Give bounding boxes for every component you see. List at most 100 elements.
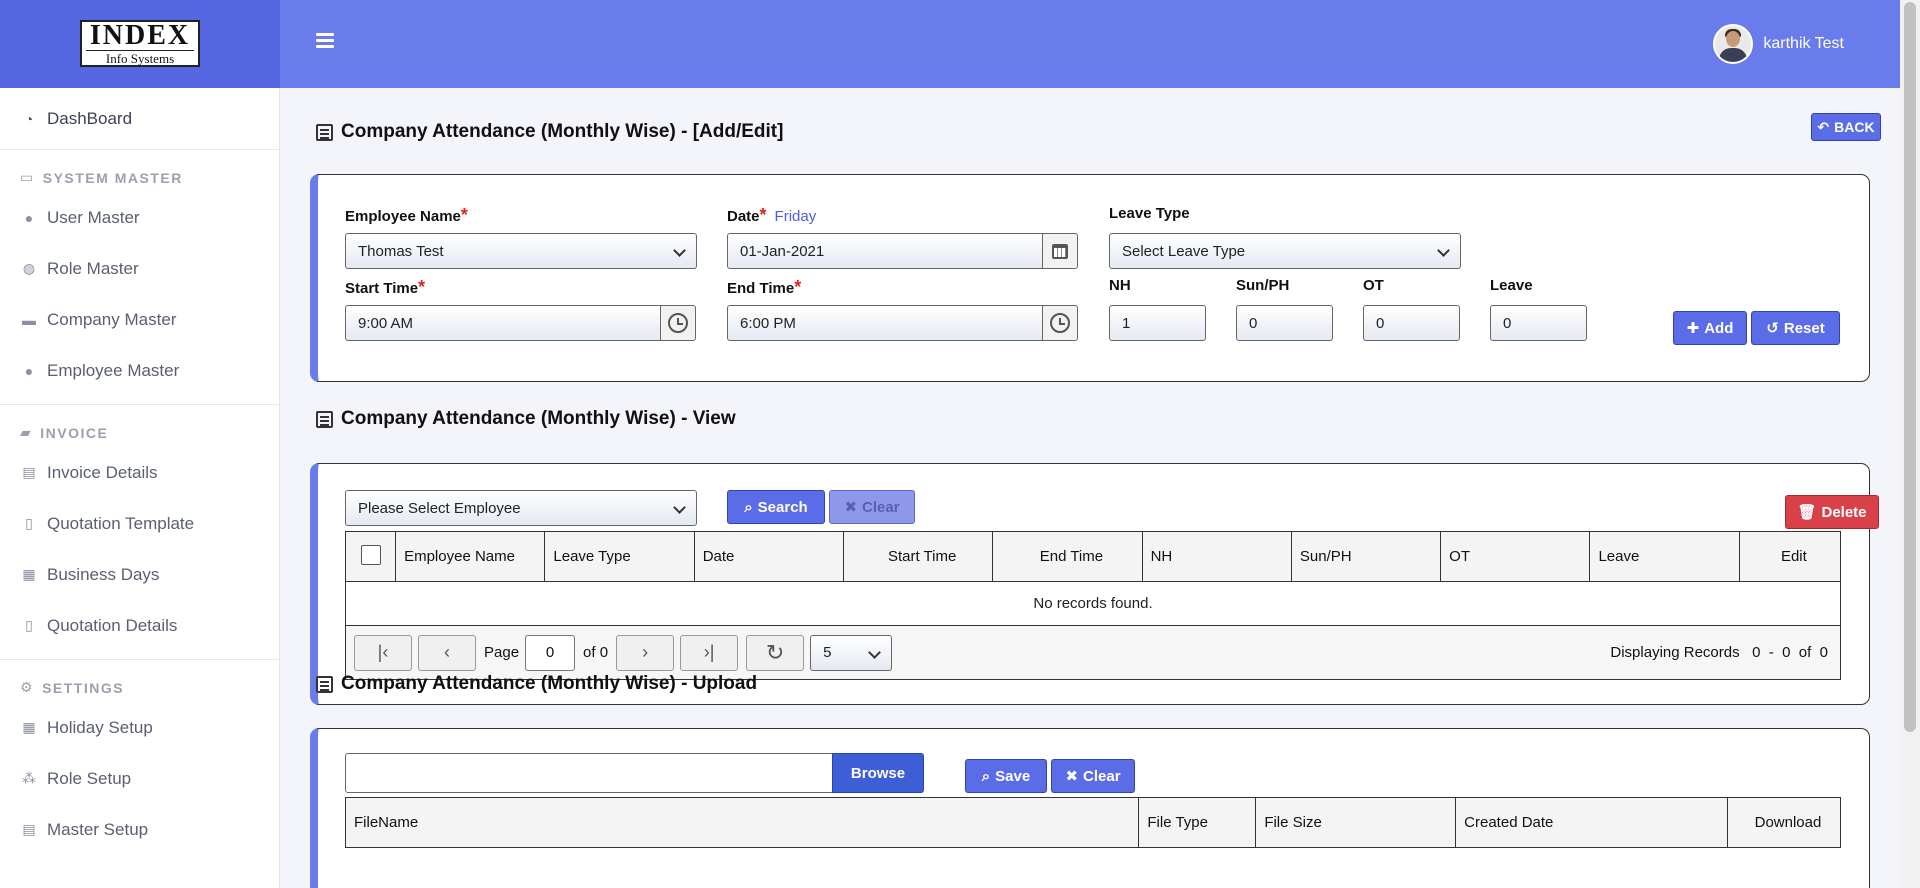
user-menu[interactable]: karthik Test [1713, 24, 1844, 64]
column-header[interactable]: Start Time [842, 531, 994, 582]
save-button-label: Save [995, 767, 1031, 785]
page-title-text: Company Attendance (Monthly Wise) - [Add… [341, 121, 784, 142]
search-icon: ⌕ [744, 498, 753, 516]
user-name: karthik Test [1763, 35, 1844, 52]
end-time-input[interactable]: 6:00 PM [727, 305, 1043, 341]
browse-button[interactable]: Browse [832, 753, 924, 793]
refresh-button[interactable]: ↻ [746, 634, 805, 671]
users-icon: ◍ [22, 260, 36, 276]
reset-button[interactable]: ↺ Reset [1751, 311, 1840, 345]
label-text: Start Time [345, 280, 419, 297]
next-page-button[interactable]: › [616, 634, 675, 671]
label-text: End Time [727, 280, 795, 297]
sidebar-item-company-master[interactable]: ▬ Company Master [0, 294, 279, 345]
clock-icon [1050, 313, 1070, 333]
table-row: No records found. [345, 581, 1841, 626]
sidebar-item-role-setup[interactable]: ⁂ Role Setup [0, 753, 279, 804]
dashboard-icon: ◔ [24, 110, 34, 127]
upload-clear-button[interactable]: ✖ Clear [1051, 759, 1135, 793]
start-time-input[interactable]: 9:00 AM [345, 305, 661, 341]
upload-card: Browse ⌕ Save ✖ Clear FileName File Type F… [310, 728, 1870, 888]
sidebar-item-dashboard[interactable]: ◔ DashBoard [0, 88, 279, 150]
last-page-button[interactable]: ›| [680, 634, 739, 671]
delete-button[interactable]: 🗑 Delete [1785, 495, 1879, 529]
back-button[interactable]: ↶ BACK [1811, 113, 1881, 141]
column-header[interactable]: Created Date [1455, 797, 1728, 848]
briefcase-icon: ▬ [22, 311, 36, 328]
company-logo[interactable]: INDEX Info Systems [80, 20, 200, 67]
sidebar-item-business-days[interactable]: ▦ Business Days [0, 549, 279, 600]
sidebar-section-settings: ⚙ SETTINGS [0, 660, 279, 702]
logo-text-sub: Info Systems [105, 51, 175, 66]
employee-filter-select[interactable]: Please Select Employee [345, 490, 697, 526]
column-header[interactable]: Date [693, 531, 844, 582]
column-header[interactable]: NH [1141, 531, 1292, 582]
nh-input[interactable]: 1 [1109, 305, 1206, 341]
sidebar-item-user-master[interactable]: ● User Master [0, 192, 279, 243]
clear-button[interactable]: ✖ Clear [829, 490, 915, 524]
sidebar-item-label: Business Days [47, 564, 160, 584]
sidebar-item-role-master[interactable]: ◍ Role Master [0, 243, 279, 294]
sidebar-item-label: Master Setup [47, 819, 149, 839]
label-text: Employee Name [345, 208, 461, 225]
plus-icon: ✚ [1686, 320, 1700, 337]
sidebar-item-invoice-details[interactable]: ▤ Invoice Details [0, 447, 279, 498]
sidebar-item-quotation-details[interactable]: ▯ Quotation Details [0, 600, 279, 651]
prev-page-button[interactable]: ‹ [418, 634, 476, 671]
logo-text-main: INDEX [86, 22, 194, 51]
add-button[interactable]: ✚ Add [1673, 311, 1747, 345]
employee-name-label: Employee Name* [345, 205, 468, 226]
page-size-select[interactable]: 5 [810, 634, 893, 671]
file-path-input[interactable] [345, 753, 833, 793]
undo-icon: ↺ [1766, 320, 1779, 337]
attendance-table: Employee Name Leave Type Date Start Time… [344, 531, 1842, 626]
end-time-picker-button[interactable] [1042, 305, 1078, 341]
column-header[interactable]: OT [1440, 531, 1591, 582]
search-button[interactable]: ⌕ Search [727, 490, 825, 524]
start-time-picker-button[interactable] [660, 305, 696, 341]
column-header[interactable]: Leave Type [544, 531, 695, 582]
column-header[interactable]: File Size [1255, 797, 1457, 848]
label-text: Date [727, 208, 760, 225]
end-time-label: End Time* [727, 277, 801, 298]
leave-input[interactable]: 0 [1490, 305, 1587, 341]
upload-title-text: Company Attendance (Monthly Wise) - Uplo… [341, 673, 758, 694]
sidebar-item-label: Role Master [47, 258, 139, 278]
select-all-checkbox[interactable] [360, 544, 381, 565]
page-scrollbar[interactable] [1900, 0, 1920, 888]
avatar [1713, 24, 1754, 64]
column-header[interactable]: Employee Name [395, 531, 546, 582]
calendar-icon [1052, 243, 1068, 259]
date-input[interactable]: 01-Jan-2021 [727, 233, 1043, 269]
file-icon: ▯ [25, 515, 33, 531]
clock-icon [668, 313, 688, 333]
view-card: Please Select Employee ⌕ Search ✖ Clear 🗑 D… [310, 463, 1879, 705]
sidebar-item-quotation-template[interactable]: ▯ Quotation Template [0, 498, 279, 549]
ot-input[interactable]: 0 [1363, 305, 1460, 341]
first-page-button[interactable]: |‹ [354, 634, 412, 671]
chevron-left-icon: ‹ [444, 642, 450, 662]
sidebar-item-holiday-setup[interactable]: ▦ Holiday Setup [0, 702, 279, 753]
scrollbar-thumb[interactable] [1904, 2, 1916, 732]
column-header[interactable]: Sun/PH [1290, 531, 1442, 582]
column-header[interactable]: FileName [344, 797, 1140, 848]
column-header[interactable]: End Time [992, 531, 1143, 582]
employee-select[interactable]: Thomas Test [345, 233, 697, 269]
sidebar-item-master-setup[interactable]: ▤ Master Setup [0, 804, 279, 855]
menu-toggle-icon[interactable] [316, 33, 334, 49]
file-icon: ▤ [22, 821, 36, 837]
sidebar-item-employee-master[interactable]: ● Employee Master [0, 345, 279, 396]
main-content: Company Attendance (Monthly Wise) - [Add… [280, 88, 1900, 888]
upload-clear-label: Clear [1083, 767, 1121, 785]
upload-section-title: Company Attendance (Monthly Wise) - Uplo… [316, 673, 757, 695]
date-picker-button[interactable] [1042, 233, 1078, 269]
column-header[interactable]: File Type [1138, 797, 1257, 848]
column-header[interactable]: Leave [1589, 531, 1740, 582]
page-input[interactable]: 0 [525, 634, 576, 671]
calendar-icon: ▦ [22, 719, 36, 735]
file-icon: ▯ [25, 617, 33, 633]
leave-type-select[interactable]: Select Leave Type [1109, 233, 1461, 269]
sunph-input[interactable]: 0 [1236, 305, 1333, 341]
upload-save-button[interactable]: ⌕ Save [965, 759, 1047, 793]
back-button-label: BACK [1834, 119, 1875, 135]
